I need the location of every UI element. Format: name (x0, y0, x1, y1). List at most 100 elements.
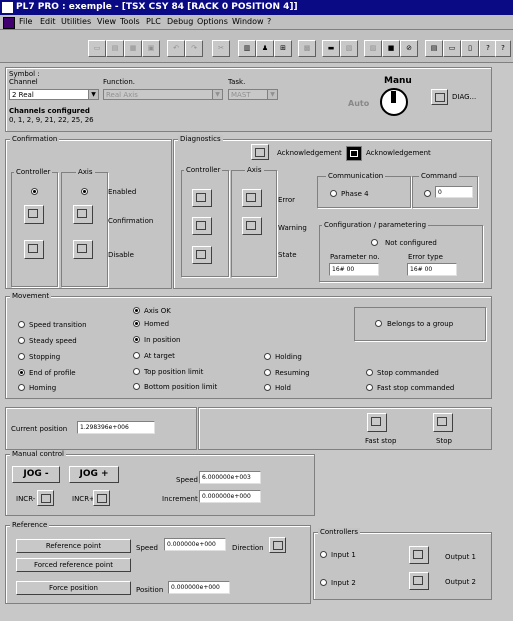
output1-button[interactable] (409, 546, 429, 564)
chevron-down-icon[interactable]: ▼ (88, 90, 98, 99)
bottom-limit-label: Bottom position limit (144, 383, 218, 391)
controller-error-led (192, 189, 212, 207)
cascade-icon[interactable]: ▤ (425, 40, 443, 57)
error-type-field: 16# 00 (407, 263, 457, 276)
controller-confirmation-button[interactable] (24, 205, 44, 224)
configuration-group: Configuration / parametering Not configu… (319, 221, 483, 282)
document-menu-icon[interactable] (3, 17, 15, 29)
window-icon[interactable]: ▭ (443, 40, 461, 57)
manu-auto-knob[interactable] (380, 88, 408, 116)
jog-plus-button[interactable]: JOG + (69, 466, 119, 483)
stop-icon[interactable]: ▨ (364, 40, 382, 57)
zoom-icon[interactable]: ⊞ (274, 40, 292, 57)
confirmation-title: Confirmation (10, 135, 60, 143)
param-no-label: Parameter no. (330, 253, 380, 261)
phase-label: Phase 4 (341, 190, 369, 198)
chevron-down-icon[interactable]: ▼ (212, 90, 222, 99)
fast-stop-label: Fast stop (365, 437, 397, 445)
menu-edit[interactable]: Edit (40, 15, 56, 29)
stop-button[interactable] (433, 413, 453, 432)
menu-plc[interactable]: PLC (146, 15, 161, 29)
symbol-label: Symbol : (9, 70, 40, 78)
hold-label: Hold (275, 384, 291, 392)
open-icon[interactable]: ▤ (106, 40, 124, 57)
homing-radio (18, 384, 25, 391)
fast-stop-button[interactable] (367, 413, 387, 432)
auto-label: Auto (348, 99, 370, 108)
axis-disable-button[interactable] (73, 240, 93, 259)
bottom-limit-radio (133, 383, 140, 390)
menu-view[interactable]: View (97, 15, 116, 29)
variables-icon[interactable]: ▧ (340, 40, 358, 57)
incr-minus-button[interactable] (37, 490, 54, 506)
diag-label: DIAG... (452, 93, 477, 101)
axis-ok-label: Axis OK (144, 307, 171, 315)
reference-position-field[interactable]: 0.000000e+000 (168, 581, 230, 594)
acknowledgement-button[interactable] (251, 144, 269, 160)
channels-configured-value: 0, 1, 2, 9, 21, 22, 25, 26 (9, 116, 94, 124)
incr-plus-label: INCR+ (72, 495, 95, 503)
resuming-label: Resuming (275, 369, 310, 377)
copy-icon[interactable]: ▥ (238, 40, 256, 57)
manu-label: Manu (384, 76, 412, 86)
function-select[interactable]: Real Axis ▼ (103, 89, 223, 100)
reference-point-button[interactable]: Reference point (16, 539, 131, 553)
menu-help[interactable]: ? (267, 15, 271, 29)
menu-window[interactable]: Window (232, 15, 264, 29)
undo-icon[interactable]: ↶ (167, 40, 185, 57)
monitor-icon[interactable]: ▩ (298, 40, 316, 57)
toolbar: ▭ ▤ ▦ ▣ ↶ ↷ ✂ ▥ ♟ ⊞ ▩ ▬ ▧ ▨ ■ ⊘ ▤ ▭ ▯ ? … (0, 30, 513, 63)
holding-label: Holding (275, 353, 302, 361)
incr-plus-button[interactable] (93, 490, 110, 506)
chevron-down-icon[interactable]: ▼ (267, 90, 277, 99)
axis-confirmation-button[interactable] (73, 205, 93, 224)
acknowledgement-button-label: Acknowledgement (277, 149, 342, 157)
menu-file[interactable]: File (19, 15, 32, 29)
new-icon[interactable]: ▭ (88, 40, 106, 57)
diag-button[interactable] (431, 89, 448, 105)
direction-button[interactable] (269, 537, 286, 553)
knob-pointer-icon (391, 91, 396, 103)
manual-speed-field[interactable]: 6.000000e+003 (199, 471, 261, 484)
current-position-panel: Current position 1.298396e+006 (5, 407, 197, 450)
cut-icon[interactable]: ✂ (212, 40, 230, 57)
output2-button[interactable] (409, 572, 429, 590)
channel-select[interactable]: 2 Real ▼ (9, 89, 99, 100)
run-icon[interactable]: ■ (382, 40, 400, 57)
forced-reference-button[interactable]: Forced reference point (16, 558, 131, 572)
title-bar: PL7 PRO : exemple - [TSX CSY 84 [RACK 0 … (0, 0, 513, 15)
enabled-label: Enabled (108, 188, 137, 196)
menu-utilities[interactable]: Utilities (61, 15, 91, 29)
command-radio (424, 190, 431, 197)
menu-options[interactable]: Options (197, 15, 228, 29)
stop-commanded-label: Stop commanded (377, 369, 439, 377)
find-icon[interactable]: ♟ (256, 40, 274, 57)
state-label: State (278, 251, 297, 259)
jog-minus-button[interactable]: JOG - (12, 466, 60, 483)
force-position-button[interactable]: Force position (16, 581, 131, 595)
reference-speed-field[interactable]: 0.000000e+000 (164, 538, 226, 551)
axis-ok-radio (133, 307, 140, 314)
controller-enabled-radio[interactable] (31, 188, 38, 195)
print-icon[interactable]: ▣ (142, 40, 160, 57)
in-position-radio (133, 336, 140, 343)
menu-debug[interactable]: Debug (167, 15, 193, 29)
task-select[interactable]: MAST ▼ (228, 89, 278, 100)
menu-tools[interactable]: Tools (120, 15, 140, 29)
redo-icon[interactable]: ↷ (185, 40, 203, 57)
incr-minus-label: INCR- (16, 495, 36, 503)
speed-label: Speed (176, 476, 198, 484)
not-configured-radio (371, 239, 378, 246)
axis-enabled-radio[interactable] (81, 188, 88, 195)
input1-radio (320, 551, 327, 558)
context-help-icon[interactable]: ? (495, 40, 511, 57)
split-icon[interactable]: ▯ (461, 40, 479, 57)
increment-field[interactable]: 0.000000e+000 (199, 490, 261, 503)
tile-icon[interactable]: ⊘ (400, 40, 418, 57)
controller-warning-led (192, 217, 212, 235)
steady-speed-label: Steady speed (29, 337, 77, 345)
save-icon[interactable]: ▦ (124, 40, 142, 57)
acknowledgement-indicator-icon (346, 146, 362, 161)
controller-disable-button[interactable] (24, 240, 44, 259)
table-icon[interactable]: ▬ (322, 40, 340, 57)
